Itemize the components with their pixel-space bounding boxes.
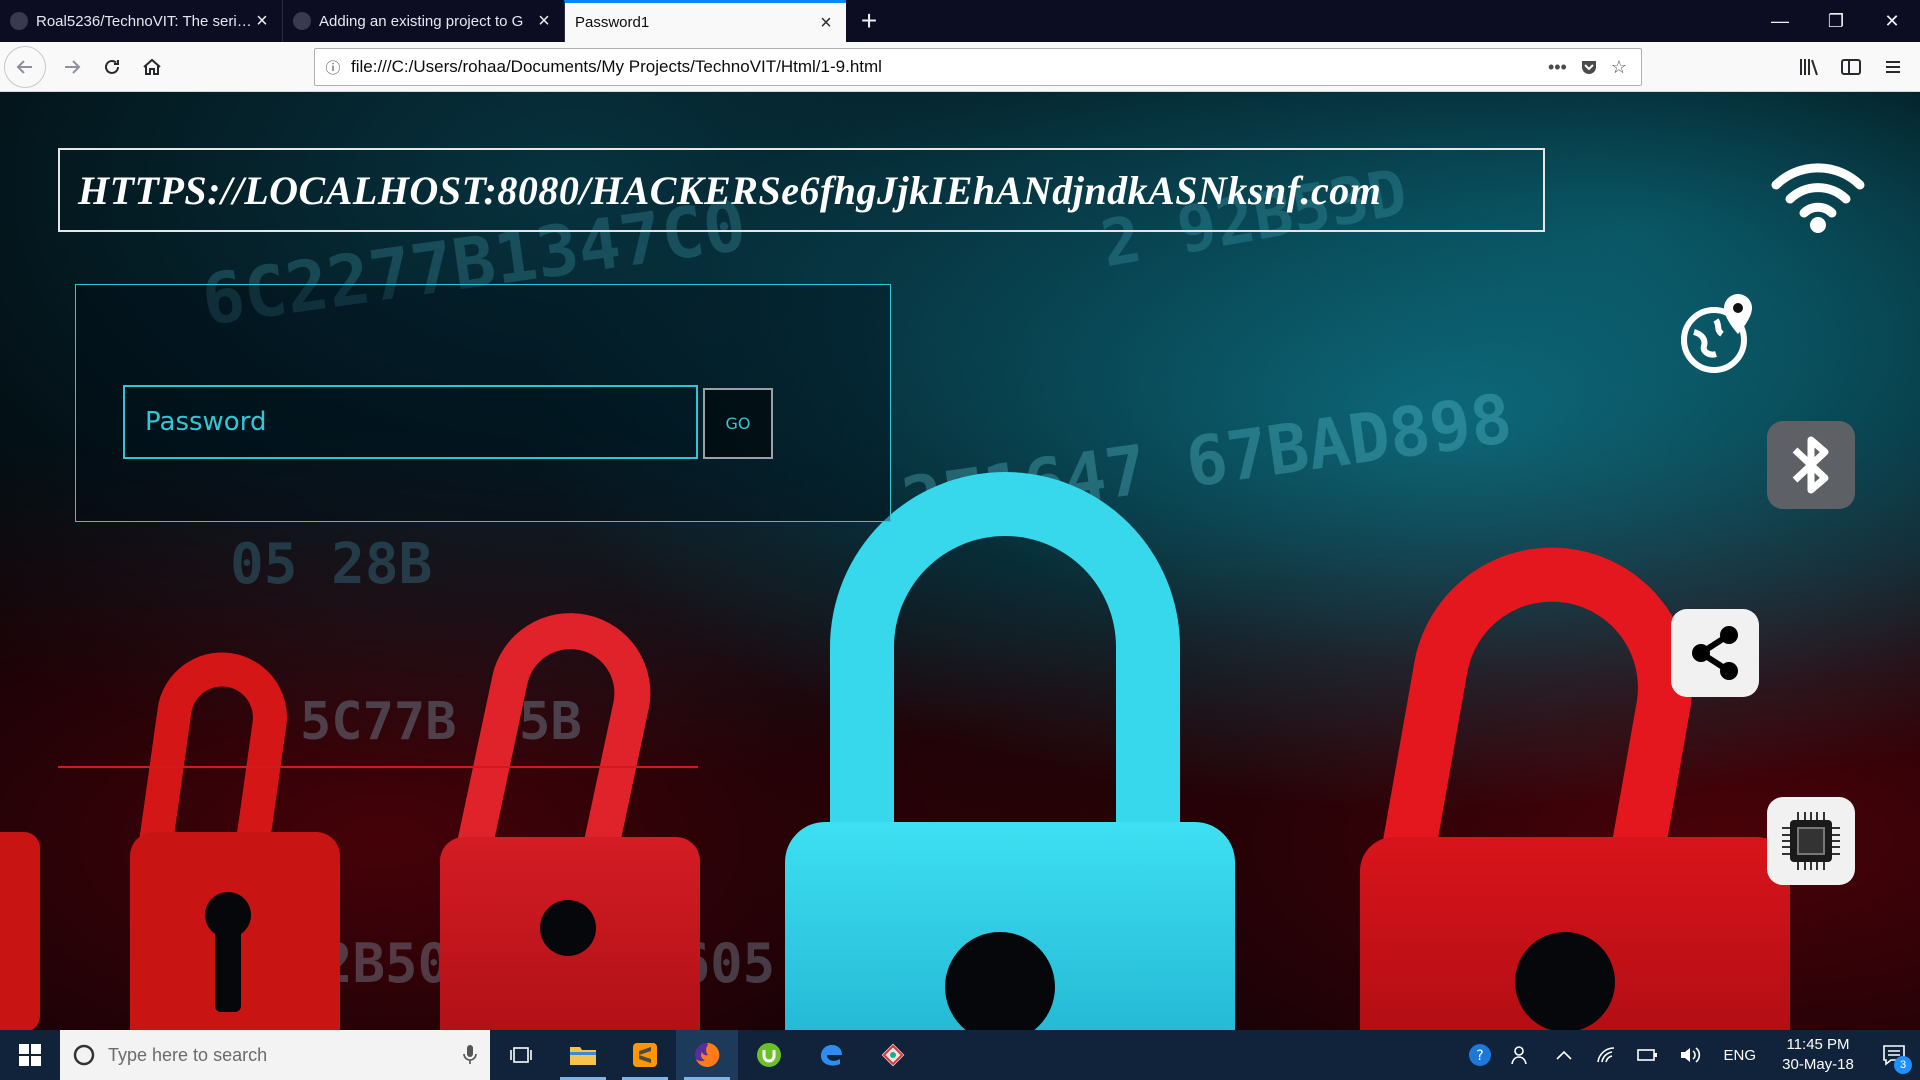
utorrent-icon[interactable]	[738, 1030, 800, 1080]
notification-badge: 3	[1894, 1056, 1912, 1074]
library-icon[interactable]	[1788, 46, 1830, 88]
reload-icon	[105, 59, 119, 74]
people-icon[interactable]	[1501, 1030, 1543, 1080]
back-arrow-icon	[16, 59, 32, 74]
forward-arrow-icon	[65, 59, 81, 74]
reload-button[interactable]	[92, 47, 132, 87]
restore-button[interactable]: ❐	[1808, 0, 1864, 42]
git-icon[interactable]	[862, 1030, 924, 1080]
star-icon[interactable]: ☆	[1611, 57, 1627, 78]
home-button[interactable]	[132, 47, 172, 87]
globe-location-icon[interactable]	[1680, 288, 1760, 378]
menu-icon[interactable]	[1872, 46, 1914, 88]
start-button[interactable]	[0, 1030, 60, 1080]
page-title: HTTPS://LOCALHOST:8080/HACKERSe6fhgJjkIE…	[78, 167, 1382, 213]
sidebar-icon[interactable]	[1830, 46, 1872, 88]
forward-button[interactable]	[52, 47, 92, 87]
taskbar-search[interactable]: Type here to search	[60, 1030, 490, 1080]
tab-close-icon[interactable]: ×	[816, 13, 836, 33]
chevron-up-icon[interactable]	[1543, 1030, 1585, 1080]
tab-close-icon[interactable]: ×	[534, 11, 554, 31]
battery-icon[interactable]	[1627, 1030, 1669, 1080]
clock-time: 11:45 PM	[1786, 1036, 1850, 1053]
pocket-icon[interactable]	[1579, 57, 1599, 77]
sublime-text-icon[interactable]	[614, 1030, 676, 1080]
navigation-bar: ⓘ file:///C:/Users/rohaa/Documents/My Pr…	[0, 42, 1920, 92]
tab-label: Roal5236/TechnoVIT: The series	[36, 12, 252, 30]
microphone-icon[interactable]	[462, 1044, 478, 1066]
system-tray: ? ENG 11:45 PM 30-May-18 3	[1459, 1030, 1920, 1080]
clock-date: 30-May-18	[1782, 1056, 1854, 1073]
task-view-icon[interactable]	[490, 1030, 552, 1080]
padlock-red-partial	[0, 832, 40, 1030]
notification-center-button[interactable]: 3	[1868, 1030, 1920, 1080]
more-icon[interactable]: •••	[1548, 57, 1567, 78]
windows-logo-icon	[19, 1044, 41, 1066]
tab-close-icon[interactable]: ×	[252, 11, 272, 31]
clock[interactable]: 11:45 PM 30-May-18	[1768, 1035, 1868, 1075]
language-indicator[interactable]: ENG	[1711, 1047, 1768, 1064]
keyhole	[215, 922, 241, 1012]
network-icon[interactable]	[1585, 1030, 1627, 1080]
search-placeholder: Type here to search	[108, 1044, 268, 1065]
close-window-button[interactable]: ✕	[1864, 0, 1920, 42]
minimize-button[interactable]: —	[1752, 0, 1808, 42]
firefox-icon[interactable]	[676, 1030, 738, 1080]
help-icon[interactable]: ?	[1459, 1030, 1501, 1080]
back-button[interactable]	[4, 45, 46, 88]
cortana-icon	[73, 1044, 95, 1066]
url-text[interactable]: file:///C:/Users/rohaa/Documents/My Proj…	[351, 57, 1548, 77]
info-icon[interactable]: ⓘ	[315, 57, 351, 78]
window-controls: — ❐ ✕	[1752, 0, 1920, 42]
browser-tab-strip: Roal5236/TechnoVIT: The series × Adding …	[0, 0, 1920, 42]
edge-icon[interactable]	[800, 1030, 862, 1080]
go-button[interactable]: GO	[703, 388, 773, 459]
password-panel: GO	[75, 284, 891, 522]
volume-icon[interactable]	[1669, 1030, 1711, 1080]
github-icon	[293, 12, 311, 30]
bluetooth-icon[interactable]	[1767, 421, 1855, 509]
wifi-icon[interactable]	[1768, 152, 1868, 242]
keyhole	[540, 900, 596, 956]
share-icon[interactable]	[1671, 609, 1759, 697]
tab-technovit[interactable]: Roal5236/TechnoVIT: The series ×	[0, 0, 282, 42]
page-title-box: HTTPS://LOCALHOST:8080/HACKERSe6fhgJjkIE…	[58, 148, 1545, 232]
tab-label: Password1	[575, 14, 650, 31]
chip-icon[interactable]	[1767, 797, 1855, 885]
github-icon	[10, 12, 28, 30]
tab-adding-project[interactable]: Adding an existing project to G ×	[282, 0, 564, 42]
keyhole	[1515, 932, 1615, 1030]
tab-password1[interactable]: Password1 ×	[564, 0, 846, 42]
url-bar[interactable]: ⓘ file:///C:/Users/rohaa/Documents/My Pr…	[314, 48, 1642, 86]
password-input[interactable]	[123, 385, 698, 459]
tab-label: Adding an existing project to G	[319, 12, 524, 30]
new-tab-button[interactable]: +	[846, 0, 892, 42]
svg-text:?: ?	[1477, 1048, 1484, 1064]
windows-taskbar: Type here to search ? ENG 11:45 PM 30-Ma…	[0, 1030, 1920, 1080]
red-divider-line	[58, 766, 698, 768]
background-hex-text: 05 28B	[230, 532, 433, 597]
file-explorer-icon[interactable]	[552, 1030, 614, 1080]
page-content: 6C2277B1347C0 2 92B53D 2F1647 67BAD898 0…	[0, 92, 1920, 1030]
home-icon	[143, 58, 161, 75]
toolbar-right	[1788, 42, 1920, 92]
